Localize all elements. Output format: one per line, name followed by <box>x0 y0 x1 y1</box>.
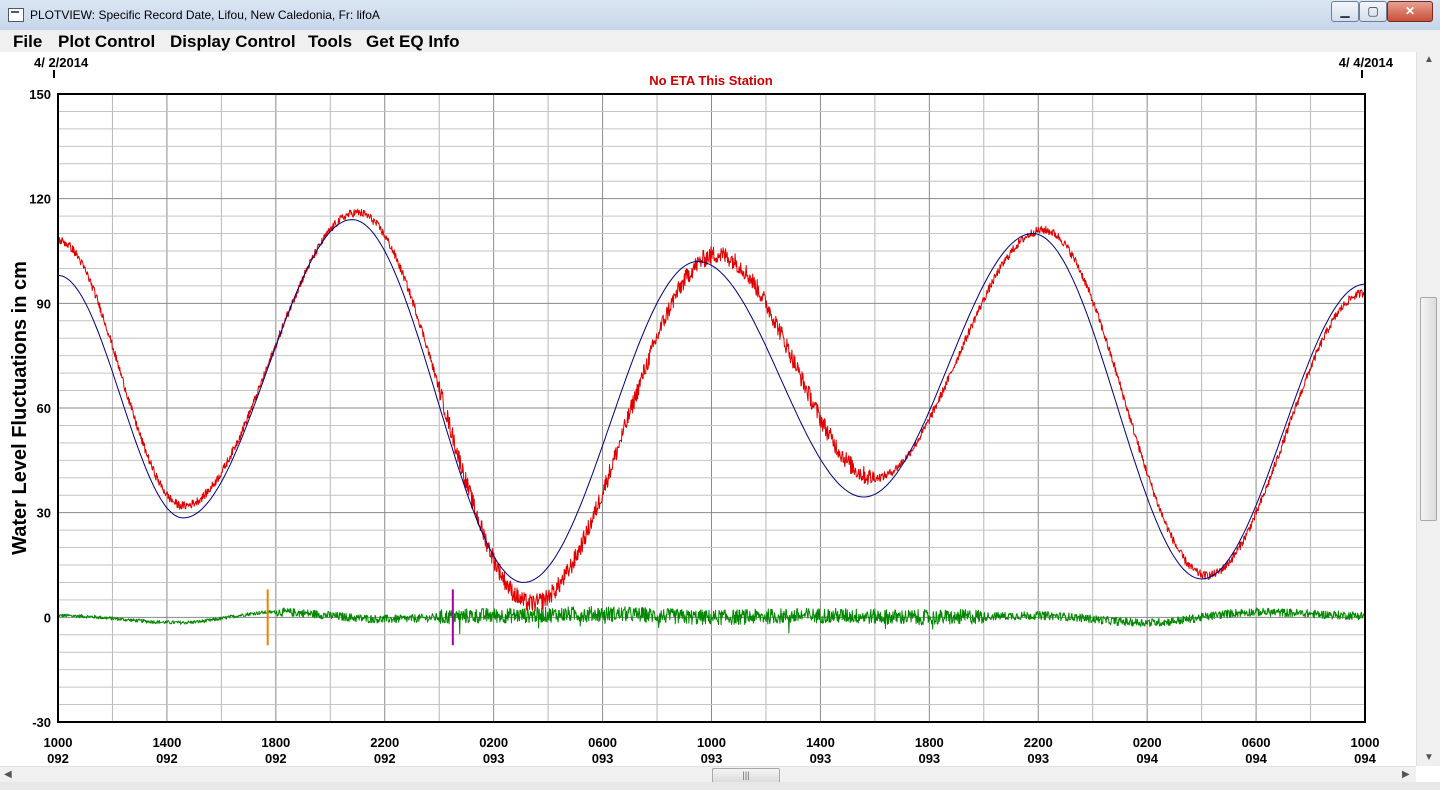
x-tick-time-label: 1400 <box>806 735 835 750</box>
y-tick-label: -30 <box>32 715 51 730</box>
minimize-button[interactable]: ▁ <box>1331 1 1359 22</box>
menu-tools[interactable]: Tools <box>308 32 352 52</box>
x-tick-day-label: 092 <box>156 751 178 766</box>
close-button[interactable]: ✕ <box>1387 1 1433 22</box>
x-tick-day-label: 092 <box>265 751 287 766</box>
y-tick-label: 120 <box>29 192 51 207</box>
menu-file[interactable]: File <box>13 32 42 52</box>
scroll-right-icon[interactable]: ▶ <box>1402 769 1410 780</box>
scroll-up-icon[interactable]: ▲ <box>1424 54 1434 65</box>
chart-title: No ETA This Station <box>649 73 773 88</box>
x-tick-labels: 1000092140009218000922200092020009306000… <box>44 735 1380 766</box>
y-tick-label: 150 <box>29 87 51 102</box>
x-tick-day-label: 092 <box>47 751 69 766</box>
vertical-scrollbar[interactable]: ▲ ▼ <box>1416 52 1440 766</box>
horizontal-scroll-thumb[interactable]: ||| <box>712 768 780 783</box>
x-tick-day-label: 094 <box>1354 751 1376 766</box>
x-tick-day-label: 093 <box>810 751 832 766</box>
grid <box>57 93 1366 723</box>
x-tick-day-label: 093 <box>592 751 614 766</box>
maximize-button[interactable]: ▢ <box>1359 1 1387 22</box>
x-tick-day-label: 094 <box>1245 751 1267 766</box>
y-tick-label: 60 <box>37 401 51 416</box>
x-tick-day-label: 094 <box>1136 751 1158 766</box>
x-tick-day-label: 093 <box>701 751 723 766</box>
x-tick-time-label: 0200 <box>479 735 508 750</box>
x-tick-time-label: 1000 <box>44 735 73 750</box>
x-tick-time-label: 1000 <box>1351 735 1380 750</box>
x-tick-day-label: 092 <box>374 751 396 766</box>
x-tick-time-label: 0600 <box>1242 735 1271 750</box>
scroll-down-icon[interactable]: ▼ <box>1424 752 1434 763</box>
menu-plot-control[interactable]: Plot Control <box>58 32 155 52</box>
y-axis-label: Water Level Fluctuations in cm <box>9 261 31 555</box>
y-tick-label: 0 <box>44 610 51 625</box>
scroll-left-icon[interactable]: ◀ <box>4 769 12 780</box>
y-tick-labels: -30 0 30 60 90 120 150 <box>29 87 51 730</box>
window-title: PLOTVIEW: Specific Record Date, Lifou, N… <box>30 8 380 22</box>
plot-area: -30 0 30 60 90 120 150 1000 092 1400 092 1800 092 22… <box>0 52 1416 766</box>
menu-display-control[interactable]: Display Control <box>170 32 296 52</box>
tide-chart: -300306090120150 10000921400092180009222… <box>9 55 1394 766</box>
vertical-scroll-thumb[interactable] <box>1420 297 1437 521</box>
app-icon <box>8 8 24 22</box>
status-strip <box>0 782 1440 790</box>
x-tick-day-label: 093 <box>1027 751 1049 766</box>
menu-bar: File Plot Control Display Control Tools … <box>0 30 1440 53</box>
x-tick-day-label: 093 <box>483 751 505 766</box>
y-tick-label: 30 <box>37 506 51 521</box>
x-tick-time-label: 2200 <box>1024 735 1053 750</box>
x-tick-day-label: 093 <box>918 751 940 766</box>
horizontal-scrollbar[interactable]: ◀ ||| ▶ <box>0 766 1416 783</box>
y-tick-label: 90 <box>37 296 51 311</box>
date-start-label: 4/ 2/2014 <box>34 55 89 70</box>
date-end-label: 4/ 4/2014 <box>1339 55 1394 70</box>
x-tick-time-label: 1800 <box>915 735 944 750</box>
title-bar: PLOTVIEW: Specific Record Date, Lifou, N… <box>0 0 1440 31</box>
x-tick-time-label: 1800 <box>261 735 290 750</box>
menu-get-eq-info[interactable]: Get EQ Info <box>366 32 460 52</box>
x-tick-time-label: 0600 <box>588 735 617 750</box>
x-tick-time-label: 1400 <box>152 735 181 750</box>
x-tick-time-label: 2200 <box>370 735 399 750</box>
x-tick-time-label: 0200 <box>1133 735 1162 750</box>
x-tick-time-label: 1000 <box>697 735 726 750</box>
